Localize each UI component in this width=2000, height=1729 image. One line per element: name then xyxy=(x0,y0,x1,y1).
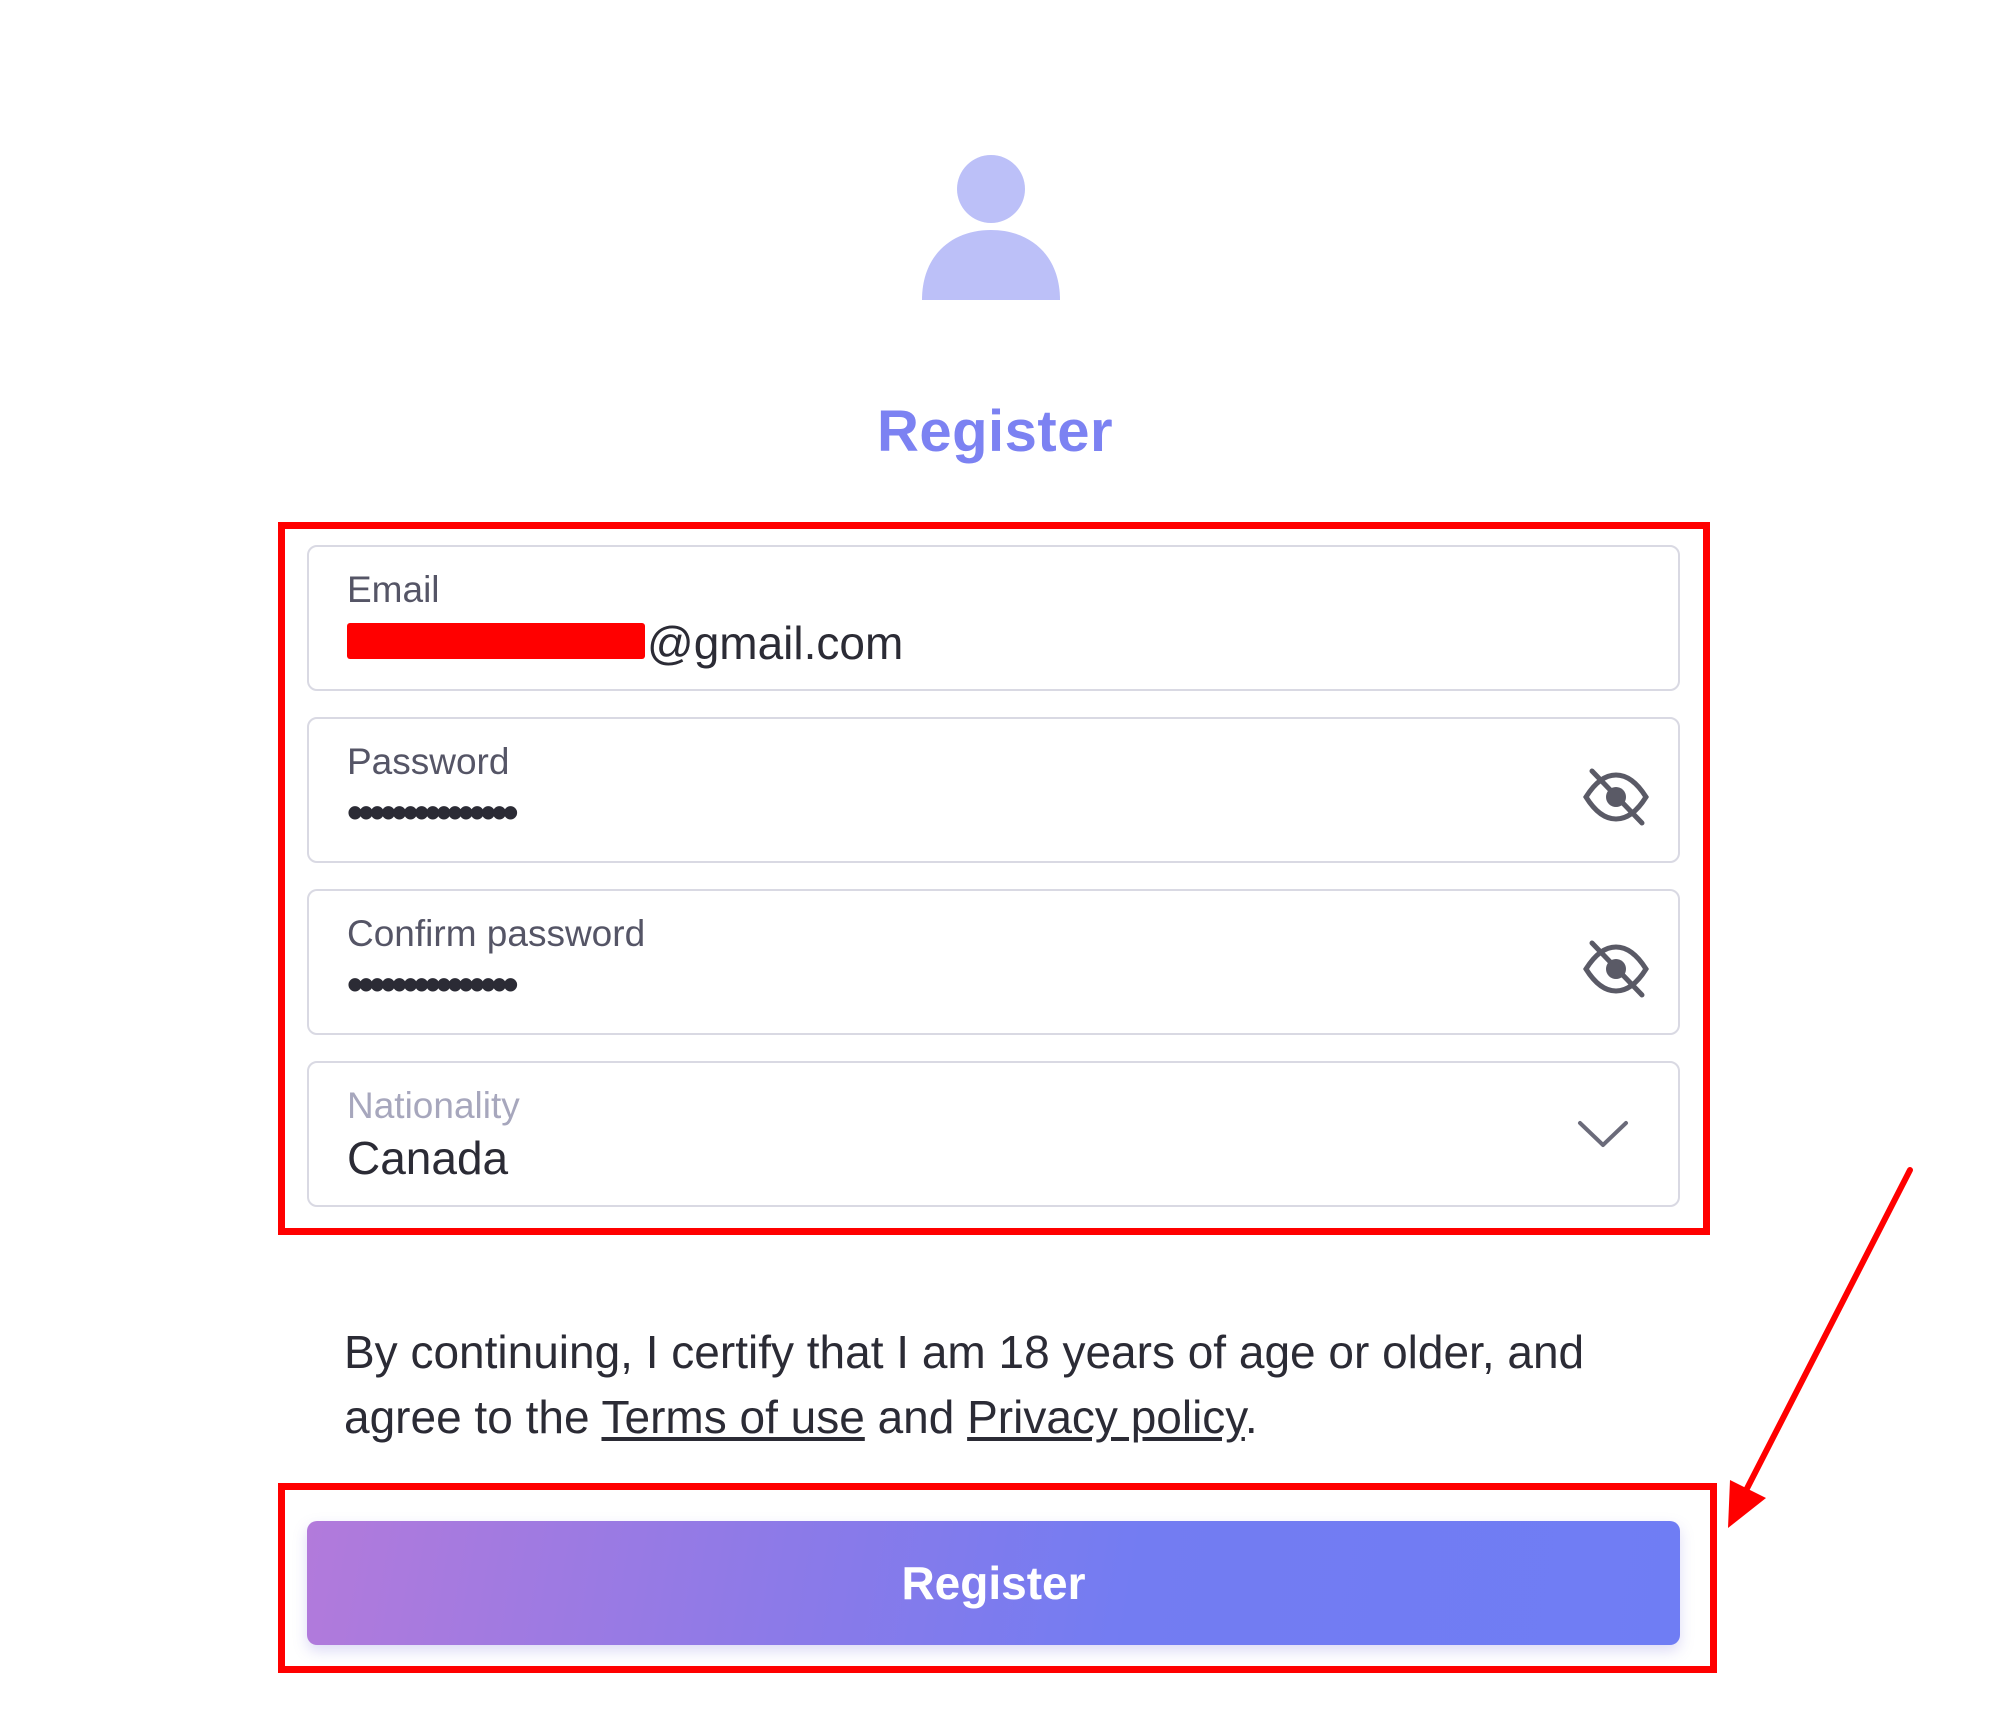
consent-text-after: . xyxy=(1244,1391,1258,1443)
annotation-arrow-icon xyxy=(1728,1167,1913,1528)
eye-slash-icon[interactable] xyxy=(1582,767,1650,827)
email-value[interactable]: @gmail.com xyxy=(347,615,903,671)
nationality-label: Nationality xyxy=(347,1085,520,1126)
confirm-password-field[interactable]: Confirm password ••••••••••••••• xyxy=(307,889,1680,1035)
confirm-password-label: Confirm password xyxy=(347,913,646,954)
register-button[interactable]: Register xyxy=(307,1521,1680,1645)
page-title: Register xyxy=(876,399,1114,464)
eye-slash-icon[interactable] xyxy=(1582,939,1650,999)
password-label: Password xyxy=(347,741,510,782)
consent-text: By continuing, I certify that I am 18 ye… xyxy=(344,1320,1674,1450)
terms-of-use-link[interactable]: Terms of use xyxy=(601,1391,864,1443)
privacy-policy-link[interactable]: Privacy policy xyxy=(967,1391,1245,1443)
email-field[interactable]: Email @gmail.com xyxy=(307,545,1680,691)
nationality-value[interactable]: Canada xyxy=(347,1131,508,1185)
nationality-select[interactable]: Nationality Canada xyxy=(307,1061,1680,1207)
password-field[interactable]: Password ••••••••••••••• xyxy=(307,717,1680,863)
email-label: Email xyxy=(347,569,440,610)
user-avatar-icon xyxy=(922,155,1060,300)
redaction-mark xyxy=(347,623,645,659)
chevron-down-icon[interactable] xyxy=(1576,1115,1630,1153)
password-value[interactable]: ••••••••••••••• xyxy=(347,785,519,839)
confirm-password-value[interactable]: ••••••••••••••• xyxy=(347,957,519,1011)
consent-text-middle: and xyxy=(864,1391,968,1443)
email-domain: @gmail.com xyxy=(647,617,904,669)
